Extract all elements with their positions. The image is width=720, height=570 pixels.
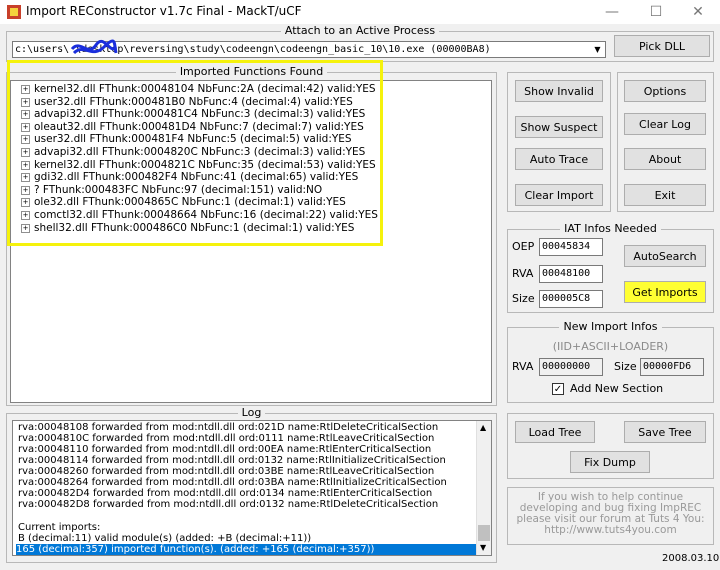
iat-rva-label: RVA <box>512 267 534 280</box>
new-rva-label: RVA <box>512 360 534 373</box>
log-line: rva:000482D8 forwarded from mod:ntdll.dl… <box>18 499 439 510</box>
add-section-checkbox[interactable]: ✓ <box>552 383 564 395</box>
oep-field[interactable]: 00045834 <box>539 238 603 256</box>
exit-button[interactable]: Exit <box>624 184 706 206</box>
log-line: rva:00048114 forwarded from mod:ntdll.dl… <box>18 455 446 466</box>
new-size-label: Size <box>614 360 637 373</box>
clear-import-button[interactable]: Clear Import <box>515 184 603 206</box>
fix-dump-button[interactable]: Fix Dump <box>570 451 650 473</box>
iat-size-field[interactable]: 000005C8 <box>539 290 603 308</box>
chevron-down-icon[interactable]: ▼ <box>590 42 605 57</box>
clear-log-button[interactable]: Clear Log <box>624 113 706 135</box>
auto-trace-button[interactable]: Auto Trace <box>515 148 603 170</box>
log-group-title: Log <box>237 406 266 419</box>
save-tree-button[interactable]: Save Tree <box>624 421 706 443</box>
log-current-imports: Current imports: <box>18 522 101 533</box>
credit-line-4[interactable]: http://www.tuts4you.com <box>507 525 714 536</box>
scroll-down-icon[interactable]: ▼ <box>480 543 486 552</box>
new-rva-field[interactable]: 00000000 <box>539 358 603 376</box>
scroll-thumb[interactable] <box>478 525 490 541</box>
scroll-up-icon[interactable]: ▲ <box>480 423 486 432</box>
imports-highlight-box <box>7 60 383 246</box>
log-list[interactable]: rva:00048108 forwarded from mod:ntdll.dl… <box>12 420 492 556</box>
iat-size-label: Size <box>512 292 535 305</box>
about-button[interactable]: About <box>624 148 706 170</box>
iat-group-title: IAT Infos Needed <box>560 222 661 235</box>
show-suspect-button[interactable]: Show Suspect <box>515 116 603 138</box>
close-icon[interactable]: ✕ <box>676 0 720 24</box>
log-line: rva:00048108 forwarded from mod:ntdll.dl… <box>18 422 439 433</box>
log-functions-line[interactable]: 165 (decimal:357) imported function(s). … <box>16 544 476 555</box>
app-icon <box>7 5 21 19</box>
new-import-subtitle: (IID+ASCII+LOADER) <box>552 340 669 353</box>
new-size-field[interactable]: 00000FD6 <box>640 358 704 376</box>
add-section-label: Add New Section <box>570 382 664 395</box>
log-line: rva:000482D4 forwarded from mod:ntdll.dl… <box>18 488 433 499</box>
oep-label: OEP <box>512 240 535 253</box>
log-line: rva:00048110 forwarded from mod:ntdll.dl… <box>18 444 432 455</box>
log-modules-line: B (decimal:11) valid module(s) (added: +… <box>18 533 312 544</box>
maximize-icon[interactable]: ☐ <box>634 0 678 24</box>
log-line: rva:0004810C forwarded from mod:ntdll.dl… <box>18 433 435 444</box>
log-line: rva:00048264 forwarded from mod:ntdll.dl… <box>18 477 447 488</box>
redaction-scribble <box>70 39 118 55</box>
window-title: Import REConstructor v1.7c Final - MackT… <box>26 4 302 18</box>
title-bar: Import REConstructor v1.7c Final - MackT… <box>0 0 720 24</box>
options-button[interactable]: Options <box>624 80 706 102</box>
autosearch-button[interactable]: AutoSearch <box>624 245 706 267</box>
checkmark-icon: ✓ <box>553 383 563 395</box>
minimize-icon[interactable]: — <box>590 0 634 24</box>
iat-rva-field[interactable]: 00048100 <box>539 265 603 283</box>
log-line: rva:00048260 forwarded from mod:ntdll.dl… <box>18 466 435 477</box>
load-tree-button[interactable]: Load Tree <box>515 421 595 443</box>
build-date: 2008.03.10 <box>662 553 720 564</box>
get-imports-button[interactable]: Get Imports <box>624 281 706 303</box>
new-import-group-title: New Import Infos <box>559 320 662 333</box>
pick-dll-button[interactable]: Pick DLL <box>614 35 710 57</box>
log-scrollbar[interactable]: ▲ ▼ <box>476 421 491 555</box>
show-invalid-button[interactable]: Show Invalid <box>515 80 603 102</box>
attach-group-title: Attach to an Active Process <box>280 24 440 37</box>
